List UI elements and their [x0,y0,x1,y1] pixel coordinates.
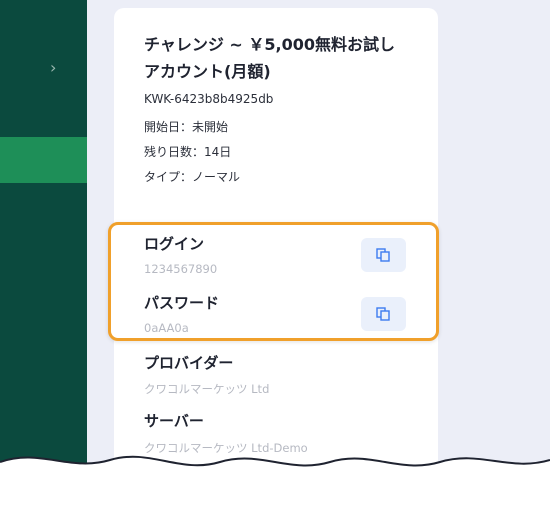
server-label: サーバー [144,412,204,430]
password-value: 0aAA0a [144,321,189,335]
copy-password-button[interactable] [361,297,406,331]
copy-icon [376,248,390,262]
account-title: チャレンジ ~ ￥5,000無料お試しアカウント(月額) [144,35,395,81]
provider-value: クワコルマーケッツ Ltd [144,382,270,396]
password-label: パスワード [144,294,220,312]
days-left: 残り日数：14日 [144,145,232,159]
torn-edge [0,455,550,505]
copy-login-button[interactable] [361,238,406,272]
account-type: タイプ：ノーマル [144,170,241,184]
copy-icon [376,307,390,321]
screenshot-frame: › チャレンジ ~ ￥5,000無料お試しアカウント(月額) KWK-6423b… [0,0,550,505]
login-label: ログイン [144,235,205,253]
sidebar: › [0,0,87,505]
sidebar-active-item[interactable] [0,137,87,183]
start-date: 開始日：未開始 [144,120,229,134]
chevron-right-icon[interactable]: › [50,58,56,78]
account-id: KWK-6423b8b4925db [144,92,274,106]
provider-label: プロバイダー [144,354,234,372]
login-value: 1234567890 [144,262,218,276]
